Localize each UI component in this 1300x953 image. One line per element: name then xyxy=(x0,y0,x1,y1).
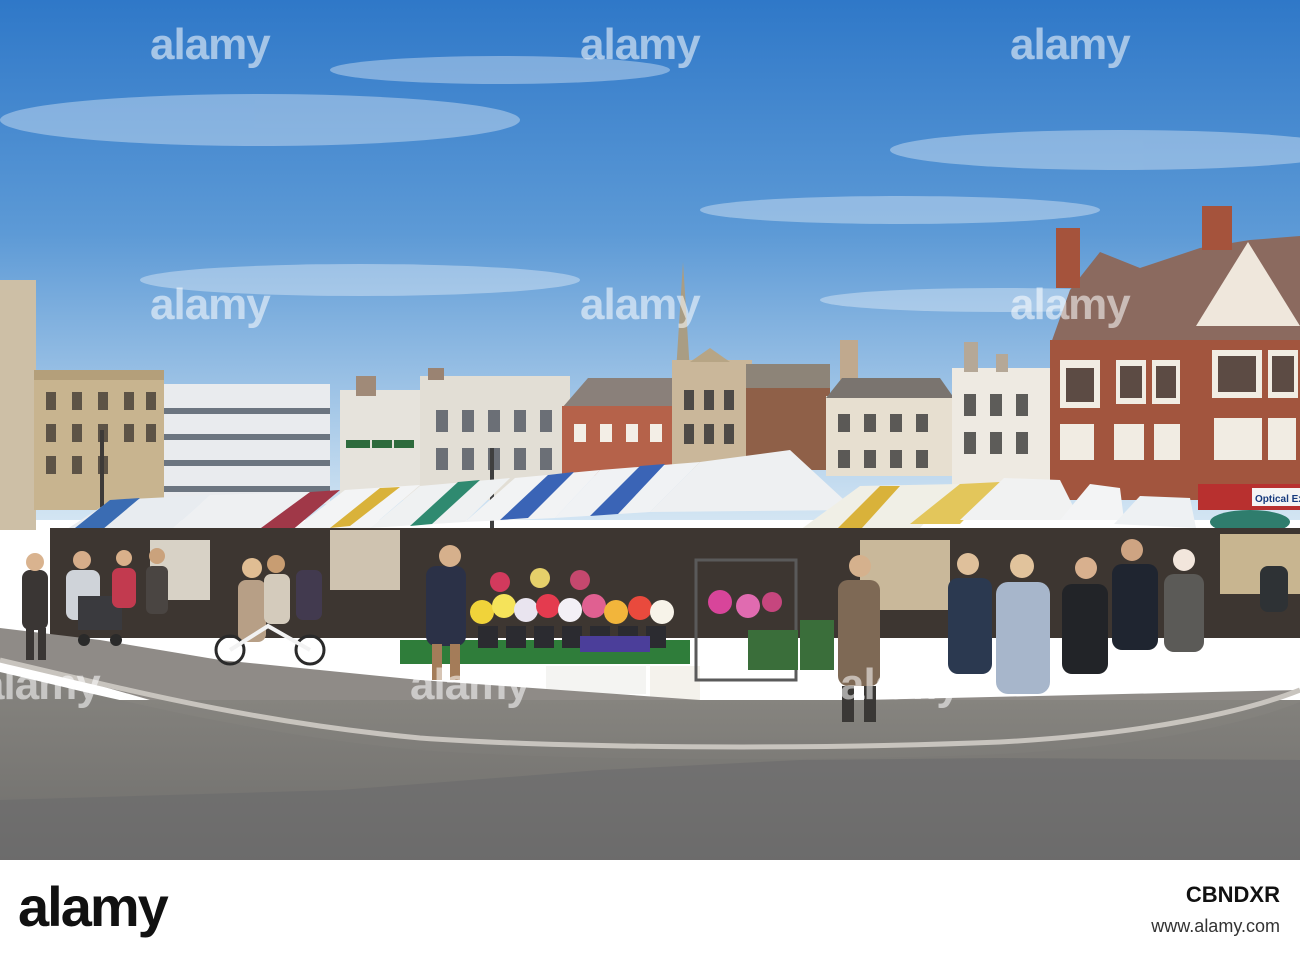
optical-shop-sign: Optical Ex xyxy=(1255,494,1300,505)
market-square-scene: Optical Ex xyxy=(0,0,1300,860)
central-brick-building xyxy=(562,378,690,476)
footer-logo: alamy xyxy=(18,875,169,938)
modern-white-building xyxy=(164,384,330,504)
market-photo: Optical Ex alamy alamy alamy alamy alamy… xyxy=(0,0,1300,953)
stock-photo-footer: alamy CBNDXR www.alamy.com xyxy=(0,860,1300,953)
footer-url: www.alamy.com xyxy=(1151,916,1280,936)
footer-image-id: CBNDXR xyxy=(1185,882,1280,907)
